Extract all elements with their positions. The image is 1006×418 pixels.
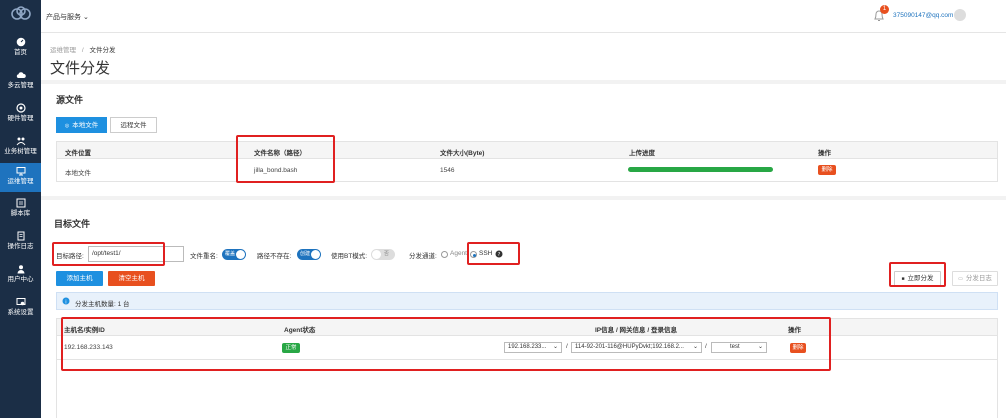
info-icon: i [62, 297, 70, 305]
svg-text:i: i [65, 299, 66, 305]
sidebar-item-label: 运维管理 [7, 178, 34, 185]
log-icon [17, 231, 24, 241]
sidebar-item-multicloud[interactable]: 多云管理 [0, 70, 41, 97]
highlight-box [889, 262, 946, 287]
button-label: 分发日志 [965, 275, 992, 282]
agent-radio[interactable] [441, 251, 448, 258]
sidebar-item-label: 首页 [14, 49, 27, 56]
user-icon [17, 265, 24, 274]
highlight-box [61, 317, 831, 371]
toggle-label: 否 [384, 251, 390, 257]
sidebar-item-bizree[interactable]: 业务树管理 [0, 136, 41, 163]
toggle-label: 覆盖 [225, 251, 236, 257]
toggle-knob [236, 250, 245, 259]
toggle-knob [311, 250, 320, 259]
toggle-label: 创建 [300, 251, 311, 257]
rename-label: 文件重名: [190, 253, 218, 260]
add-host-button[interactable]: 添加主机 [56, 271, 103, 286]
clear-host-button[interactable]: 清空主机 [108, 271, 155, 286]
agent-radio-label: Agent [450, 250, 467, 257]
logo-icon[interactable] [11, 6, 31, 22]
column-header: 操作 [818, 150, 831, 157]
sidebar-item-label: 脚本库 [10, 210, 31, 217]
sidebar-item-label: 硬件管理 [7, 115, 34, 122]
source-table: 文件位置 文件名称（路径） 文件大小(Byte) 上传进度 操作 本地文件 ji… [56, 141, 998, 182]
sidebar-item-hardware[interactable]: 硬件管理 [0, 103, 41, 130]
highlight-box [52, 242, 165, 266]
bt-mode-toggle[interactable]: 否 [371, 249, 395, 260]
breadcrumb-parent[interactable]: 运维管理 [50, 47, 76, 54]
hardware-icon [15, 103, 26, 113]
tree-icon [16, 137, 25, 146]
radio-dot-icon: ◎ [64, 123, 70, 129]
column-header: 上传进度 [629, 150, 655, 157]
script-icon [16, 198, 25, 208]
column-header: 文件大小(Byte) [440, 150, 485, 157]
doc-icon: ▭ [958, 276, 963, 282]
delete-file-button[interactable]: 删除 [818, 165, 836, 175]
bt-mode-label: 使用BT模式: [331, 253, 368, 260]
tab-local-file[interactable]: ◎ 本地文件 [56, 117, 107, 133]
host-count-info: i 分发主机数量: 1 台 [56, 292, 998, 310]
channel-label: 分发通道: [409, 253, 437, 260]
sidebar-item-scripts[interactable]: 脚本库 [0, 198, 41, 225]
table-header [57, 142, 997, 159]
monitor-icon [16, 167, 25, 176]
user-account[interactable]: 375090147@qq.com [893, 12, 953, 19]
topbar: 产品与服务 ⌄ [41, 0, 1006, 33]
highlight-box [236, 135, 335, 183]
upload-progress-bar [628, 167, 773, 172]
cloud-icon [16, 72, 26, 78]
sidebar-item-settings[interactable]: 系统设置 [0, 297, 41, 324]
tab-label: 本地文件 [72, 122, 99, 129]
section-divider [41, 196, 1006, 200]
sidebar-item-logs[interactable]: 操作日志 [0, 231, 41, 258]
file-location: 本地文件 [65, 170, 91, 177]
path-not-exist-toggle[interactable]: 创建 [297, 249, 321, 260]
rename-toggle[interactable]: 覆盖 [222, 249, 246, 260]
settings-icon [16, 298, 25, 306]
sidebar-item-label: 用户中心 [7, 276, 34, 283]
file-size: 1546 [440, 167, 455, 174]
notification-badge: 1 [880, 5, 889, 14]
toggle-knob [372, 250, 381, 259]
path-not-exist-label: 路径不存在: [257, 253, 292, 260]
breadcrumb-separator: / [81, 47, 84, 54]
products-menu[interactable]: 产品与服务 ⌄ [46, 12, 89, 22]
avatar[interactable] [954, 9, 966, 21]
target-section-title: 目标文件 [54, 219, 91, 229]
sidebar-item-home[interactable]: 首页 [0, 37, 41, 64]
column-header: 文件位置 [65, 150, 91, 157]
tab-remote-file[interactable]: 远程文件 [110, 117, 157, 133]
sidebar: 首页 多云管理 硬件管理 业务树管理 运维管理 脚本库 操作日志 用户中心 系统… [0, 0, 41, 418]
highlight-box [467, 242, 520, 265]
sidebar-item-label: 业务树管理 [4, 148, 37, 155]
dashboard-icon [16, 37, 25, 47]
tab-label: 远程文件 [120, 122, 147, 129]
sidebar-item-label: 操作日志 [7, 243, 34, 250]
section-divider [41, 80, 1006, 84]
page-title: 文件分发 [50, 60, 111, 77]
distribute-log-button[interactable]: ▭ 分发日志 [952, 271, 998, 286]
host-count-text: 分发主机数量: 1 台 [75, 301, 130, 308]
sidebar-item-label: 系统设置 [7, 309, 34, 316]
sidebar-item-ops[interactable]: 运维管理 [0, 163, 41, 192]
breadcrumb-current: 文件分发 [89, 47, 116, 54]
sidebar-item-label: 多云管理 [7, 82, 34, 89]
source-section-title: 源文件 [56, 95, 84, 105]
breadcrumb: 运维管理 / 文件分发 [50, 44, 115, 54]
sidebar-item-users[interactable]: 用户中心 [0, 264, 41, 291]
